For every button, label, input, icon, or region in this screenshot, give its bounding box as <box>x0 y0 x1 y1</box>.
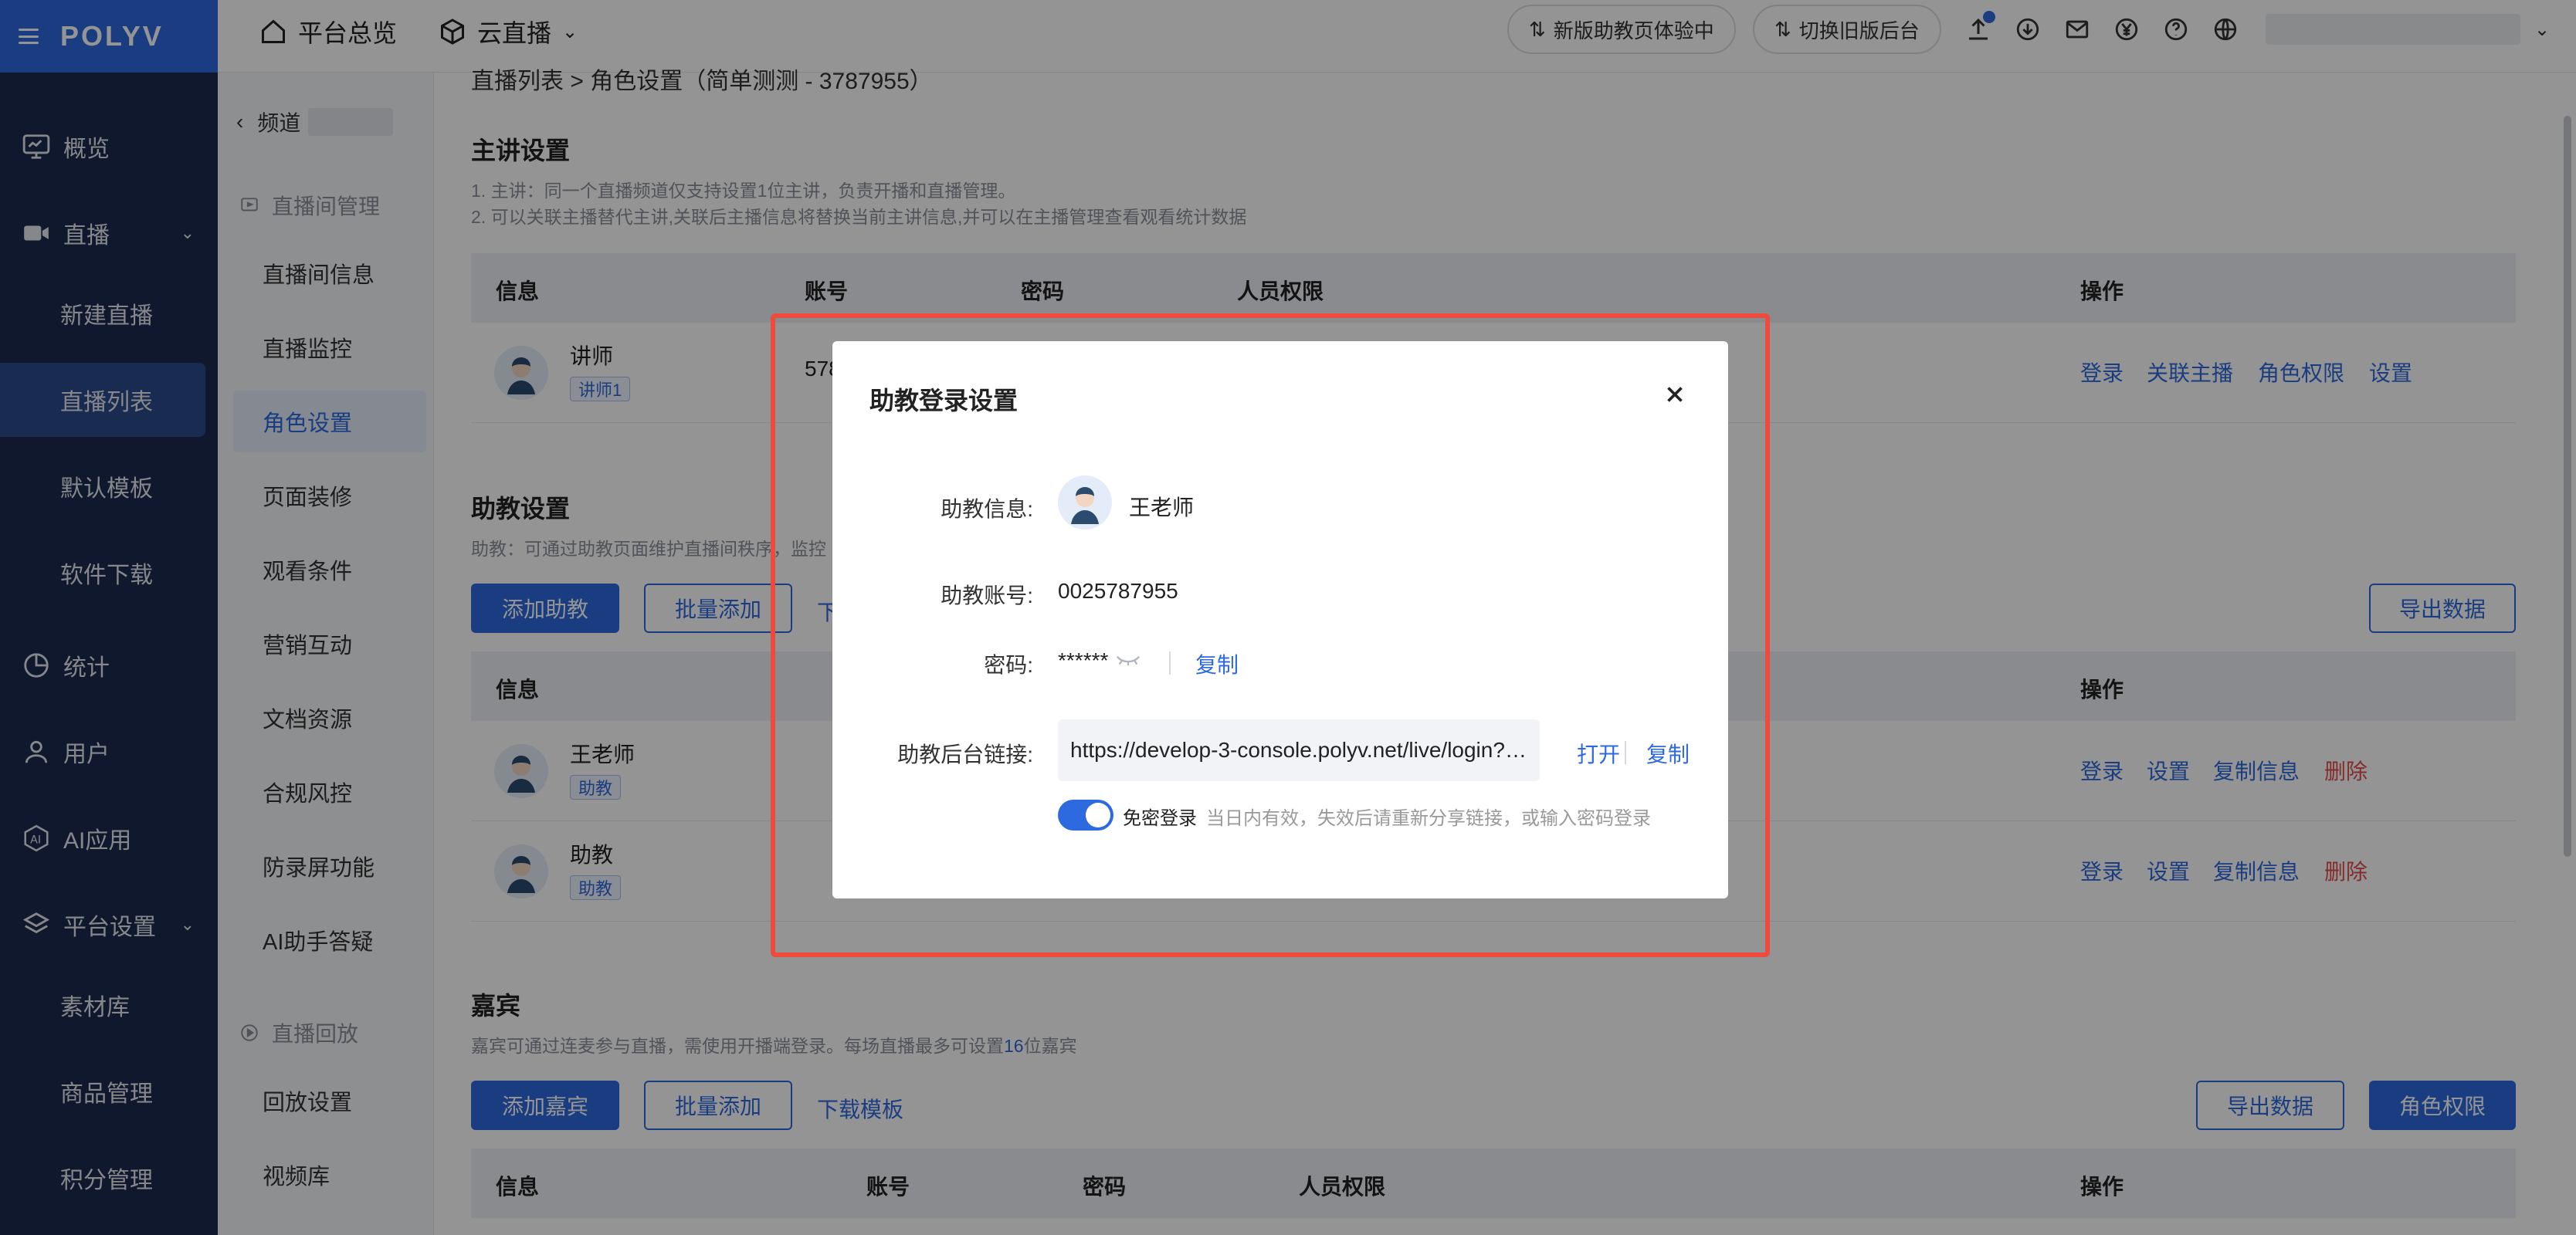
password-value: ****** <box>1058 648 1109 672</box>
eye-closed-icon[interactable] <box>1115 650 1141 674</box>
copy-link-button[interactable]: 复制 <box>1646 738 1690 769</box>
free-login-hint: 当日内有效，失效后请重新分享链接，或输入密码登录 <box>1206 808 1651 829</box>
assistant-link-field[interactable]: https://develop-3-console.polyv.net/live… <box>1058 719 1540 781</box>
open-link-button[interactable]: 打开 <box>1577 738 1620 769</box>
separator <box>1625 741 1626 764</box>
close-icon[interactable] <box>1662 381 1688 408</box>
copy-password-link[interactable]: 复制 <box>1195 648 1239 679</box>
assistant-login-dialog: 助教登录设置 助教信息: 王老师 助教账号: 0025787955 密码: **… <box>832 341 1728 898</box>
assistant-name: 王老师 <box>1129 496 1195 519</box>
assistant-account-label: 助教账号: <box>941 584 1033 607</box>
assistant-account-value: 0025787955 <box>1058 579 1178 603</box>
separator <box>1169 651 1171 675</box>
assistant-link-value: https://develop-3-console.polyv.net/live… <box>1070 738 1527 762</box>
dialog-title: 助教登录设置 <box>869 387 1019 414</box>
assistant-avatar <box>1058 475 1112 530</box>
free-login-toggle[interactable] <box>1058 800 1113 831</box>
password-label: 密码: <box>984 653 1033 677</box>
free-login-label: 免密登录 <box>1123 808 1197 829</box>
assistant-info-label: 助教信息: <box>941 497 1033 521</box>
assistant-link-label: 助教后台链接: <box>897 743 1033 766</box>
